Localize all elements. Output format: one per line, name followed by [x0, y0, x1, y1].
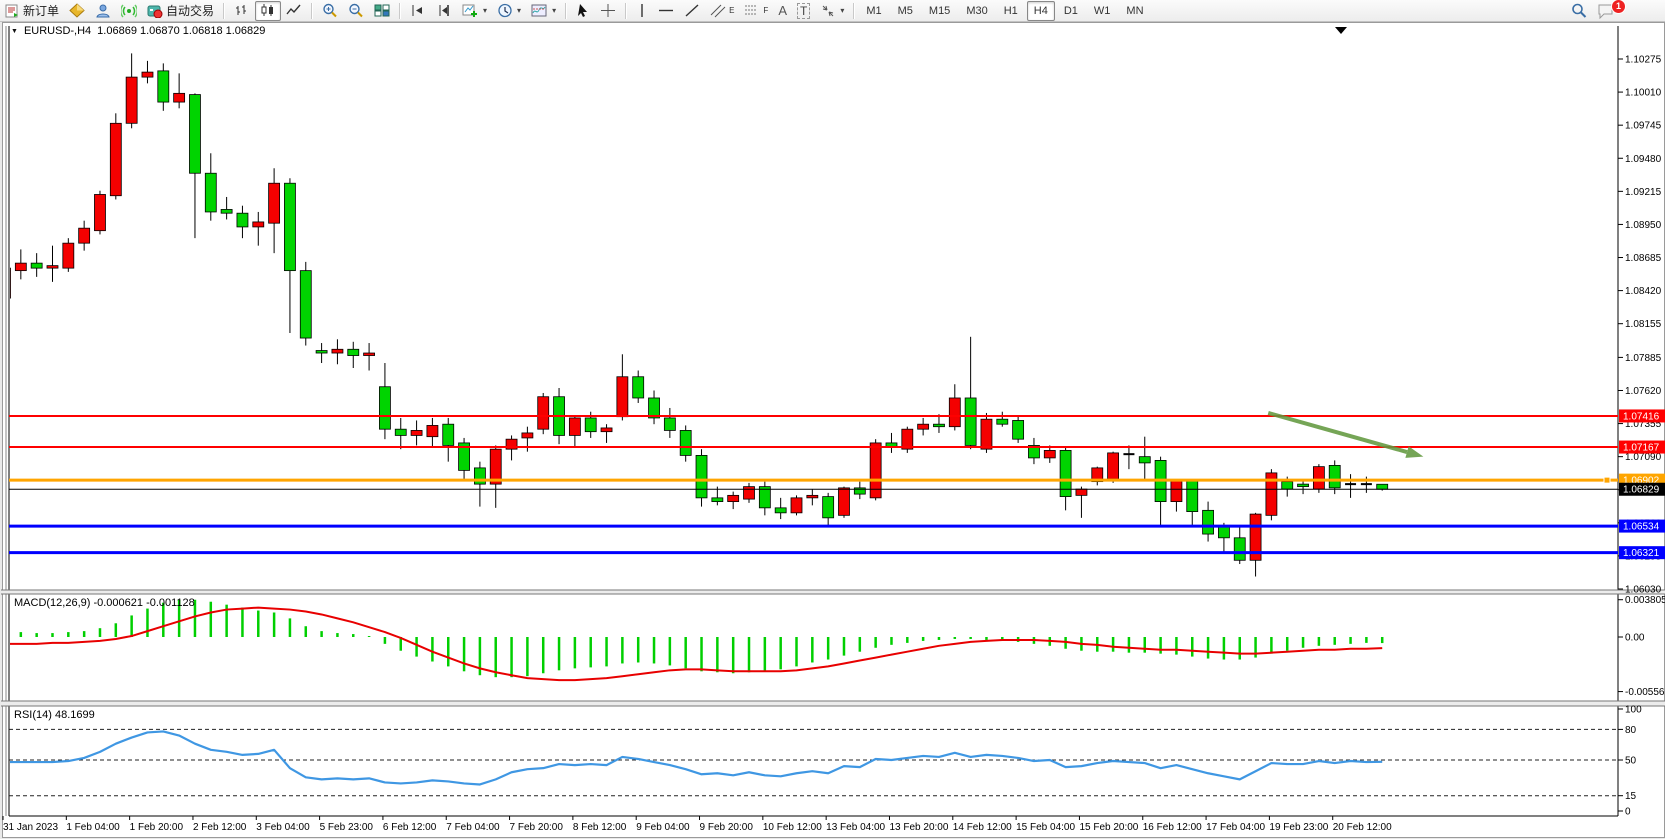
- svg-text:1.07885: 1.07885: [1625, 353, 1662, 364]
- svg-text:1.08155: 1.08155: [1625, 319, 1662, 330]
- svg-text:1.08685: 1.08685: [1625, 253, 1662, 264]
- svg-text:1.10275: 1.10275: [1625, 55, 1662, 66]
- svg-text:1.07167: 1.07167: [1623, 443, 1660, 454]
- svg-text:15 Feb 04:00: 15 Feb 04:00: [1016, 822, 1075, 833]
- rsi-label: RSI(14) 48.1699: [14, 709, 95, 721]
- svg-text:1.08420: 1.08420: [1625, 286, 1662, 297]
- svg-text:-0.005569: -0.005569: [1625, 687, 1665, 698]
- svg-text:14 Feb 12:00: 14 Feb 12:00: [953, 822, 1012, 833]
- svg-text:15: 15: [1625, 791, 1637, 802]
- svg-text:1.06321: 1.06321: [1623, 548, 1660, 559]
- svg-text:1.10010: 1.10010: [1625, 88, 1662, 99]
- svg-text:5 Feb 23:00: 5 Feb 23:00: [320, 822, 374, 833]
- svg-text:3 Feb 04:00: 3 Feb 04:00: [256, 822, 310, 833]
- svg-text:7 Feb 04:00: 7 Feb 04:00: [446, 822, 500, 833]
- collapse-icon[interactable]: ▼: [11, 28, 18, 35]
- svg-text:1.07090: 1.07090: [1625, 452, 1662, 463]
- svg-text:1.06534: 1.06534: [1623, 522, 1660, 533]
- svg-text:1.07620: 1.07620: [1625, 386, 1662, 397]
- svg-text:1.09215: 1.09215: [1625, 187, 1662, 198]
- svg-text:20 Feb 12:00: 20 Feb 12:00: [1333, 822, 1392, 833]
- svg-text:13 Feb 04:00: 13 Feb 04:00: [826, 822, 885, 833]
- svg-text:16 Feb 12:00: 16 Feb 12:00: [1143, 822, 1202, 833]
- ohlc-values: 1.06869 1.06870 1.06818 1.06829: [97, 25, 265, 37]
- svg-text:15 Feb 20:00: 15 Feb 20:00: [1079, 822, 1138, 833]
- svg-text:1.09745: 1.09745: [1625, 121, 1662, 132]
- chart-canvas[interactable]: 1.10275 1.10010 1.09745 1.09480 1.09215 1.089…: [1, 1, 1665, 839]
- chart-header: ▼ EURUSD-,H4 1.06869 1.06870 1.06818 1.0…: [11, 25, 265, 37]
- svg-text:19 Feb 23:00: 19 Feb 23:00: [1269, 822, 1328, 833]
- svg-text:9 Feb 20:00: 9 Feb 20:00: [700, 822, 754, 833]
- svg-text:0: 0: [1625, 807, 1631, 818]
- symbol-title: EURUSD-,H4: [24, 25, 91, 37]
- svg-text:80: 80: [1625, 725, 1637, 736]
- svg-text:1.07416: 1.07416: [1623, 411, 1660, 422]
- svg-text:1.08950: 1.08950: [1625, 220, 1662, 231]
- svg-text:0.00: 0.00: [1625, 633, 1645, 644]
- svg-text:1.09480: 1.09480: [1625, 154, 1662, 165]
- svg-text:9 Feb 04:00: 9 Feb 04:00: [636, 822, 690, 833]
- svg-text:50: 50: [1625, 756, 1637, 767]
- chart-window[interactable]: ▼ EURUSD-,H4 1.06869 1.06870 1.06818 1.0…: [2, 22, 1665, 838]
- macd-label: MACD(12,26,9) -0.000621 -0.001128: [14, 597, 195, 609]
- svg-text:1 Feb 20:00: 1 Feb 20:00: [130, 822, 184, 833]
- svg-text:13 Feb 20:00: 13 Feb 20:00: [889, 822, 948, 833]
- svg-text:1.06030: 1.06030: [1625, 585, 1662, 596]
- svg-text:1.06829: 1.06829: [1623, 485, 1660, 496]
- svg-text:10 Feb 12:00: 10 Feb 12:00: [763, 822, 822, 833]
- svg-text:1 Feb 04:00: 1 Feb 04:00: [66, 822, 120, 833]
- svg-text:31 Jan 2023: 31 Jan 2023: [3, 822, 58, 833]
- svg-text:17 Feb 04:00: 17 Feb 04:00: [1206, 822, 1265, 833]
- svg-text:8 Feb 12:00: 8 Feb 12:00: [573, 822, 627, 833]
- svg-text:100: 100: [1625, 705, 1642, 716]
- svg-text:6 Feb 12:00: 6 Feb 12:00: [383, 822, 437, 833]
- svg-text:7 Feb 20:00: 7 Feb 20:00: [510, 822, 564, 833]
- svg-text:0.003805: 0.003805: [1625, 595, 1665, 606]
- svg-text:2 Feb 12:00: 2 Feb 12:00: [193, 822, 247, 833]
